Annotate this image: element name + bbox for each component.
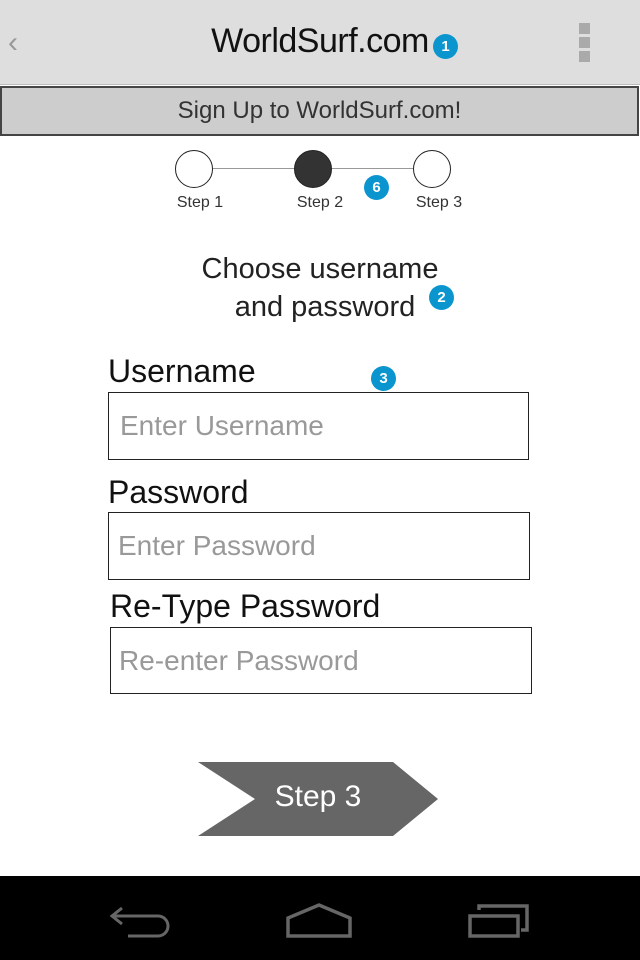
back-nav-icon[interactable] <box>108 902 174 938</box>
heading-line-2: and password <box>234 291 416 323</box>
step-1-circle <box>175 150 213 188</box>
step-3-label: Step 3 <box>415 194 463 211</box>
next-step-button[interactable]: Step 3 <box>198 762 439 837</box>
annotation-badge: 6 <box>364 175 389 200</box>
password-label: Password <box>108 474 249 510</box>
retype-password-label: Re-Type Password <box>110 588 381 624</box>
system-nav-bar <box>0 876 640 960</box>
heading-line-1: Choose username <box>201 253 439 285</box>
username-label: Username <box>108 353 256 389</box>
annotation-badge: 1 <box>433 34 458 59</box>
signup-banner: Sign Up to WorldSurf.com! <box>0 86 639 136</box>
step-2-circle-active <box>294 150 332 188</box>
home-nav-icon[interactable] <box>285 902 355 938</box>
step-3-circle <box>413 150 451 188</box>
app-bar: ‹ WorldSurf.com <box>0 0 640 85</box>
app-title: WorldSurf.com <box>211 22 429 60</box>
annotation-badge: 3 <box>371 366 396 391</box>
retype-password-input[interactable]: Re-enter Password <box>110 627 532 694</box>
overflow-menu-icon[interactable] <box>570 20 600 68</box>
username-input[interactable]: Enter Username <box>108 392 529 460</box>
step-2-label: Step 2 <box>296 194 344 211</box>
page-heading: Choose username and password <box>0 250 640 326</box>
next-step-label: Step 3 <box>274 780 362 813</box>
annotation-badge: 2 <box>429 285 454 310</box>
recents-nav-icon[interactable] <box>467 902 531 938</box>
password-input[interactable]: Enter Password <box>108 512 530 580</box>
step-1-label: Step 1 <box>176 194 224 211</box>
